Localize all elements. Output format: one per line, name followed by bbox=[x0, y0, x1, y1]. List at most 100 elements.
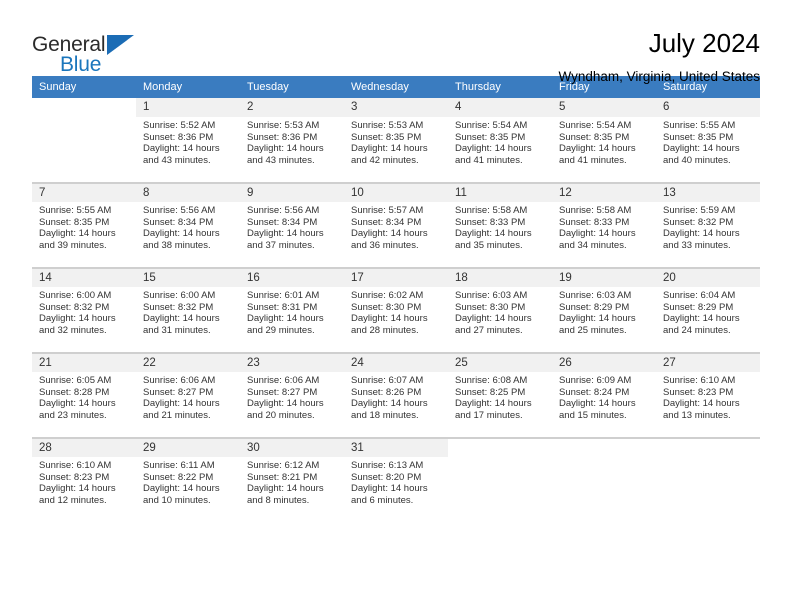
sunset-text: Sunset: 8:36 PM bbox=[143, 131, 214, 143]
sunrise-text: Sunrise: 6:00 AM bbox=[39, 290, 112, 301]
daylight-text-line1: Daylight: 14 hours bbox=[247, 228, 324, 240]
day-details: Sunrise: 5:56 AM Sunset: 8:34 PM Daylight:… bbox=[240, 202, 344, 251]
day-number: 9 bbox=[240, 183, 344, 202]
daylight-text-line1: Daylight: 14 hours bbox=[455, 313, 532, 325]
daylight-text-line2: and 34 minutes. bbox=[559, 239, 627, 251]
sunset-text: Sunset: 8:23 PM bbox=[39, 471, 110, 483]
day-cell[interactable]: 9 Sunrise: 5:56 AM Sunset: 8:34 PM Daylight… bbox=[240, 182, 344, 268]
daylight-text-line2: and 29 minutes. bbox=[247, 324, 315, 336]
day-cell[interactable]: 28 Sunrise: 6:10 AM Sunset: 8:23 PM Dayligh… bbox=[32, 437, 136, 522]
day-cell[interactable]: 5 Sunrise: 5:54 AM Sunset: 8:35 PM Daylight… bbox=[552, 98, 656, 183]
calendar-week-row: 7 Sunrise: 5:55 AM Sunset: 8:35 PM Daylight… bbox=[32, 182, 760, 268]
calendar-week-row: 14 Sunrise: 6:00 AM Sunset: 8:32 PM Dayligh… bbox=[32, 267, 760, 353]
daylight-text-line2: and 25 minutes. bbox=[559, 324, 627, 336]
day-cell[interactable]: 21 Sunrise: 6:05 AM Sunset: 8:28 PM Dayligh… bbox=[32, 352, 136, 438]
day-cell[interactable]: 3 Sunrise: 5:53 AM Sunset: 8:35 PM Daylight… bbox=[344, 98, 448, 183]
daylight-text-line1: Daylight: 14 hours bbox=[143, 483, 220, 495]
day-cell-inner: 16 Sunrise: 6:01 AM Sunset: 8:31 PM Dayligh… bbox=[240, 268, 344, 352]
sunset-text: Sunset: 8:33 PM bbox=[455, 216, 526, 228]
day-cell[interactable]: 24 Sunrise: 6:07 AM Sunset: 8:26 PM Dayligh… bbox=[344, 352, 448, 438]
sunset-text: Sunset: 8:23 PM bbox=[663, 386, 734, 398]
day-cell[interactable]: 12 Sunrise: 5:58 AM Sunset: 8:33 PM Dayligh… bbox=[552, 182, 656, 268]
daylight-text-line2: and 35 minutes. bbox=[455, 239, 523, 251]
day-details: Sunrise: 6:05 AM Sunset: 8:28 PM Daylight:… bbox=[32, 372, 136, 421]
logo-triangle-icon bbox=[107, 35, 134, 55]
daylight-text-line2: and 37 minutes. bbox=[247, 239, 315, 251]
day-cell[interactable]: 23 Sunrise: 6:06 AM Sunset: 8:27 PM Dayligh… bbox=[240, 352, 344, 438]
day-cell[interactable]: 30 Sunrise: 6:12 AM Sunset: 8:21 PM Dayligh… bbox=[240, 437, 344, 522]
daylight-text-line1: Daylight: 14 hours bbox=[351, 483, 428, 495]
daylight-text-line2: and 43 minutes. bbox=[143, 154, 211, 166]
day-details: Sunrise: 5:58 AM Sunset: 8:33 PM Daylight:… bbox=[448, 202, 552, 251]
sunset-text: Sunset: 8:22 PM bbox=[143, 471, 214, 483]
day-cell[interactable]: 13 Sunrise: 5:59 AM Sunset: 8:32 PM Dayligh… bbox=[656, 182, 760, 268]
day-cell-inner: 25 Sunrise: 6:08 AM Sunset: 8:25 PM Dayligh… bbox=[448, 353, 552, 437]
day-cell[interactable]: 18 Sunrise: 6:03 AM Sunset: 8:30 PM Dayligh… bbox=[448, 267, 552, 353]
day-cell[interactable]: 22 Sunrise: 6:06 AM Sunset: 8:27 PM Dayligh… bbox=[136, 352, 240, 438]
day-details: Sunrise: 5:53 AM Sunset: 8:35 PM Daylight:… bbox=[344, 117, 448, 166]
daylight-text-line1: Daylight: 14 hours bbox=[39, 313, 116, 325]
sunset-text: Sunset: 8:30 PM bbox=[455, 301, 526, 313]
sunrise-text: Sunrise: 6:03 AM bbox=[559, 290, 632, 301]
day-cell[interactable]: 2 Sunrise: 5:53 AM Sunset: 8:36 PM Daylight… bbox=[240, 98, 344, 183]
logo-text-blue: Blue bbox=[60, 53, 102, 76]
day-cell[interactable]: 15 Sunrise: 6:00 AM Sunset: 8:32 PM Dayligh… bbox=[136, 267, 240, 353]
day-number bbox=[32, 98, 136, 117]
day-cell[interactable]: 6 Sunrise: 5:55 AM Sunset: 8:35 PM Daylight… bbox=[656, 98, 760, 183]
daylight-text-line2: and 13 minutes. bbox=[663, 409, 731, 421]
day-cell[interactable]: 10 Sunrise: 5:57 AM Sunset: 8:34 PM Dayligh… bbox=[344, 182, 448, 268]
day-cell[interactable]: 27 Sunrise: 6:10 AM Sunset: 8:23 PM Dayligh… bbox=[656, 352, 760, 438]
sunrise-text: Sunrise: 6:00 AM bbox=[143, 290, 216, 301]
day-number: 31 bbox=[344, 438, 448, 457]
day-cell[interactable]: 7 Sunrise: 5:55 AM Sunset: 8:35 PM Daylight… bbox=[32, 182, 136, 268]
day-details: Sunrise: 6:10 AM Sunset: 8:23 PM Daylight:… bbox=[656, 372, 760, 421]
day-cell-inner: 1 Sunrise: 5:52 AM Sunset: 8:36 PM Daylight… bbox=[136, 98, 240, 182]
sunrise-text: Sunrise: 5:54 AM bbox=[559, 120, 632, 131]
day-cell[interactable]: 11 Sunrise: 5:58 AM Sunset: 8:33 PM Dayligh… bbox=[448, 182, 552, 268]
page-header: General Blue July 2024 Wyndham, Virginia… bbox=[32, 0, 760, 84]
day-cell[interactable]: 29 Sunrise: 6:11 AM Sunset: 8:22 PM Dayligh… bbox=[136, 437, 240, 522]
day-cell[interactable]: 20 Sunrise: 6:04 AM Sunset: 8:29 PM Dayligh… bbox=[656, 267, 760, 353]
day-number: 20 bbox=[656, 268, 760, 287]
day-cell[interactable] bbox=[552, 437, 656, 522]
daylight-text-line2: and 33 minutes. bbox=[663, 239, 731, 251]
day-cell[interactable]: 17 Sunrise: 6:02 AM Sunset: 8:30 PM Dayligh… bbox=[344, 267, 448, 353]
title-block: July 2024 Wyndham, Virginia, United Stat… bbox=[559, 26, 760, 87]
day-cell[interactable] bbox=[656, 437, 760, 522]
daylight-text-line1: Daylight: 14 hours bbox=[39, 483, 116, 495]
sunrise-text: Sunrise: 5:52 AM bbox=[143, 120, 216, 131]
day-cell[interactable]: 1 Sunrise: 5:52 AM Sunset: 8:36 PM Daylight… bbox=[136, 98, 240, 183]
sunrise-text: Sunrise: 6:08 AM bbox=[455, 375, 528, 386]
day-cell[interactable]: 19 Sunrise: 6:03 AM Sunset: 8:29 PM Dayligh… bbox=[552, 267, 656, 353]
day-cell[interactable]: 14 Sunrise: 6:00 AM Sunset: 8:32 PM Dayligh… bbox=[32, 267, 136, 353]
sunrise-text: Sunrise: 5:58 AM bbox=[455, 205, 528, 216]
day-cell-inner: 15 Sunrise: 6:00 AM Sunset: 8:32 PM Dayligh… bbox=[136, 268, 240, 352]
sunrise-text: Sunrise: 6:02 AM bbox=[351, 290, 424, 301]
day-cell[interactable]: 25 Sunrise: 6:08 AM Sunset: 8:25 PM Dayligh… bbox=[448, 352, 552, 438]
day-cell[interactable]: 8 Sunrise: 5:56 AM Sunset: 8:34 PM Daylight… bbox=[136, 182, 240, 268]
weekday-header-tuesday: Tuesday bbox=[240, 76, 344, 98]
sunset-text: Sunset: 8:27 PM bbox=[247, 386, 318, 398]
weekday-header-thursday: Thursday bbox=[448, 76, 552, 98]
day-number: 26 bbox=[552, 353, 656, 372]
day-cell[interactable]: 4 Sunrise: 5:54 AM Sunset: 8:35 PM Daylight… bbox=[448, 98, 552, 183]
day-details: Sunrise: 5:55 AM Sunset: 8:35 PM Daylight:… bbox=[656, 117, 760, 166]
day-cell-inner: 7 Sunrise: 5:55 AM Sunset: 8:35 PM Daylight… bbox=[32, 183, 136, 267]
calendar-page: General Blue July 2024 Wyndham, Virginia… bbox=[0, 0, 792, 612]
sunrise-text: Sunrise: 6:11 AM bbox=[143, 460, 215, 471]
general-blue-logo[interactable]: General Blue bbox=[32, 26, 152, 76]
day-cell[interactable]: 26 Sunrise: 6:09 AM Sunset: 8:24 PM Dayligh… bbox=[552, 352, 656, 438]
day-number: 18 bbox=[448, 268, 552, 287]
day-cell[interactable] bbox=[32, 98, 136, 183]
day-cell[interactable]: 16 Sunrise: 6:01 AM Sunset: 8:31 PM Dayligh… bbox=[240, 267, 344, 353]
day-cell[interactable]: 31 Sunrise: 6:13 AM Sunset: 8:20 PM Dayligh… bbox=[344, 437, 448, 522]
daylight-text-line1: Daylight: 14 hours bbox=[455, 398, 532, 410]
sunset-text: Sunset: 8:24 PM bbox=[559, 386, 630, 398]
day-cell[interactable] bbox=[448, 437, 552, 522]
day-number: 3 bbox=[344, 98, 448, 117]
daylight-text-line2: and 10 minutes. bbox=[143, 494, 211, 506]
day-details: Sunrise: 6:07 AM Sunset: 8:26 PM Daylight:… bbox=[344, 372, 448, 421]
day-details: Sunrise: 6:04 AM Sunset: 8:29 PM Daylight:… bbox=[656, 287, 760, 336]
sunset-text: Sunset: 8:35 PM bbox=[39, 216, 110, 228]
day-details: Sunrise: 6:09 AM Sunset: 8:24 PM Daylight:… bbox=[552, 372, 656, 421]
